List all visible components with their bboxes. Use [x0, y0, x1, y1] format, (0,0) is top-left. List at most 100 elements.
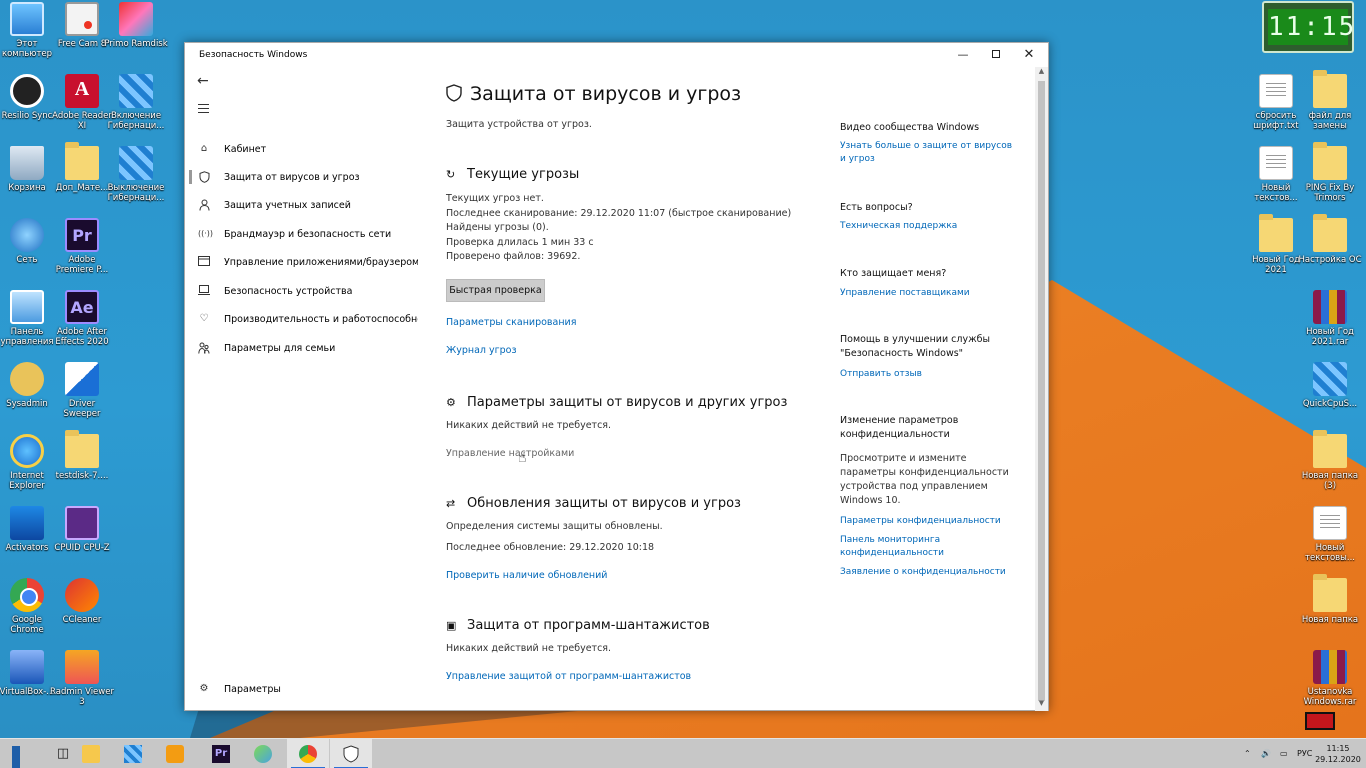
scroll-thumb[interactable]: [1038, 81, 1045, 701]
nav-item-settings[interactable]: ⚙ Параметры: [185, 675, 421, 703]
back-arrow-icon[interactable]: ←: [197, 73, 209, 89]
folder-icon: [1313, 142, 1347, 180]
ransomware-manage-link[interactable]: Управление защитой от программ-шантажист…: [446, 671, 691, 682]
desktop-icon-label: Ustanovka Windows.rar: [1303, 687, 1357, 707]
desktop-icon[interactable]: Выключение Гибернаци...: [104, 146, 168, 203]
title-bar[interactable]: Безопасность Windows — ✕: [185, 43, 1048, 67]
vertical-scrollbar[interactable]: ▲ ▼: [1035, 67, 1048, 711]
feedback-link[interactable]: Отправить отзыв: [840, 368, 1020, 381]
start-button[interactable]: [0, 739, 42, 768]
taskbar-windows-security[interactable]: [330, 739, 372, 768]
desktop-icon[interactable]: Новый Год 2021.rar: [1298, 290, 1362, 347]
desktop-icon[interactable]: Включение Гибернаци...: [104, 74, 168, 131]
scroll-down-icon[interactable]: ▼: [1035, 699, 1048, 711]
nav-item-app-browser[interactable]: Управление приложениями/браузером: [185, 248, 421, 276]
desktop-icon[interactable]: QuickCpuS...: [1298, 362, 1362, 409]
desktop-icon-label: testdisk-7....: [55, 471, 109, 481]
desktop-icon[interactable]: CPUID CPU-Z: [50, 506, 114, 553]
desktop-icon[interactable]: Driver Sweeper: [50, 362, 114, 419]
desktop-icon[interactable]: Ustanovka Windows.rar: [1298, 650, 1362, 707]
network-icon[interactable]: ▭: [1280, 739, 1288, 768]
check-updates-link[interactable]: Проверить наличие обновлений: [446, 570, 608, 581]
protection-settings-status: Никаких действий не требуется.: [446, 420, 612, 431]
folder-icon: [65, 430, 99, 468]
adobe-icon: [65, 74, 99, 108]
threat-history-link[interactable]: Журнал угроз: [446, 345, 517, 356]
folder-icon: [82, 745, 100, 763]
scan-options-link[interactable]: Параметры сканирования: [446, 317, 576, 328]
refresh-clock-icon: ↻: [446, 168, 456, 181]
desktop-icon-label: QuickCpuS...: [1302, 399, 1358, 409]
desktop-icon[interactable]: файл для замены: [1298, 70, 1362, 131]
keys-icon: [10, 506, 44, 540]
desktop-icon[interactable]: Новая папка: [1298, 574, 1362, 625]
taskbar-paint-tool[interactable]: [242, 739, 284, 768]
community-link[interactable]: Узнать больше о защите от вирусов и угро…: [840, 140, 1020, 166]
support-link[interactable]: Техническая поддержка: [840, 220, 1020, 233]
windows-logo-icon: [12, 746, 30, 768]
hamburger-menu-icon[interactable]: [198, 104, 209, 116]
taskbar-archive-tool[interactable]: [112, 739, 154, 768]
taskbar-time: 11:15: [1326, 744, 1350, 753]
txt-icon: [1259, 146, 1293, 180]
taskbar-premiere[interactable]: Pr: [200, 739, 242, 768]
desktop-icon[interactable]: Adobe After Effects 2020: [50, 290, 114, 347]
close-button[interactable]: ✕: [1013, 43, 1045, 67]
current-threats-heading: ↻ Текущие угрозы: [446, 167, 579, 182]
nav-item-virus-protection[interactable]: Защита от вирусов и угроз: [185, 163, 421, 191]
desktop-icon-label: Новый Год 2021.rar: [1306, 327, 1354, 347]
nav-item-home[interactable]: ⌂ Кабинет: [185, 135, 421, 163]
taskbar-chrome[interactable]: [287, 739, 329, 768]
volume-icon[interactable]: 🔊: [1261, 739, 1271, 768]
privacy-dashboard-link[interactable]: Панель мониторинга конфиденциальности: [840, 534, 1020, 560]
desktop-icon[interactable]: Radmin Viewer 3: [50, 650, 114, 707]
maximize-button[interactable]: [980, 43, 1012, 67]
page-title-text: Защита от вирусов и угроз: [470, 83, 742, 105]
desktop-icon[interactable]: Настройка ОС: [1298, 214, 1362, 265]
desktop-icon[interactable]: testdisk-7....: [50, 430, 114, 481]
sync-icon: [10, 74, 44, 108]
gear-icon: ⚙: [199, 683, 209, 694]
maximize-icon: [992, 50, 1000, 58]
protection-settings-heading: ⚙ Параметры защиты от вирусов и других уг…: [446, 395, 787, 410]
quick-scan-button[interactable]: Быстрая проверка: [446, 279, 545, 302]
security-shield-icon: [342, 745, 360, 763]
rar-icon: [1313, 650, 1347, 684]
taskbar-media-player[interactable]: [154, 739, 196, 768]
taskbar-file-explorer[interactable]: [70, 739, 112, 768]
ie-icon: [10, 434, 44, 468]
taskbar-date: 29.12.2020: [1315, 755, 1361, 764]
desktop-icon[interactable]: Primo Ramdisk: [104, 2, 168, 49]
taskbar-clock[interactable]: 11:15 29.12.2020: [1312, 743, 1364, 765]
hand-cursor-icon: ☝: [518, 450, 527, 466]
nav-item-firewall[interactable]: ((·)) Брандмауэр и безопасность сети: [185, 220, 421, 248]
manage-settings-link[interactable]: Управление настройками: [446, 448, 574, 459]
language-indicator[interactable]: РУС: [1297, 739, 1312, 768]
desktop-icon[interactable]: Новая папка (3): [1298, 430, 1362, 491]
nav-item-family[interactable]: Параметры для семьи: [185, 334, 421, 362]
privacy-statement-link[interactable]: Заявление о конфиденциальности: [840, 566, 1020, 579]
tray-chevron-icon[interactable]: ⌃: [1244, 739, 1251, 768]
folder-icon: [1313, 70, 1347, 108]
nav-item-label: Безопасность устройства: [224, 286, 353, 297]
nav-item-device-security[interactable]: Безопасность устройства: [185, 277, 421, 305]
desktop-icon[interactable]: PING Fix By Trimors: [1298, 142, 1362, 203]
manage-providers-link[interactable]: Управление поставщиками: [840, 287, 1020, 300]
scroll-up-icon[interactable]: ▲: [1035, 67, 1048, 79]
clock-widget[interactable]: 11:15: [1262, 1, 1354, 53]
folder-icon: [1259, 214, 1293, 252]
minimize-button[interactable]: —: [947, 43, 979, 67]
privacy-settings-link[interactable]: Параметры конфиденциальности: [840, 515, 1020, 528]
paint-icon: [254, 745, 272, 763]
nav-item-accounts[interactable]: Защита учетных записей: [185, 191, 421, 219]
desktop-icon[interactable]: CCleaner: [50, 578, 114, 625]
nav-item-label: Кабинет: [224, 144, 267, 155]
desktop-icon[interactable]: Adobe Premiere P...: [50, 218, 114, 275]
blocks-icon: [124, 745, 142, 763]
desktop-icon-label: Radmin Viewer 3: [50, 687, 114, 707]
desktop-icon-label: Выключение Гибернаци...: [107, 183, 165, 203]
nav-item-performance[interactable]: ♡ Производительность и работоспособность: [185, 305, 421, 333]
windows-security-window: Безопасность Windows — ✕ ← ⌂ Кабинет Защ…: [184, 42, 1049, 711]
desktop-icon[interactable]: Новый текстовы...: [1298, 506, 1362, 563]
page-subtitle: Защита устройства от угроз.: [446, 119, 592, 130]
